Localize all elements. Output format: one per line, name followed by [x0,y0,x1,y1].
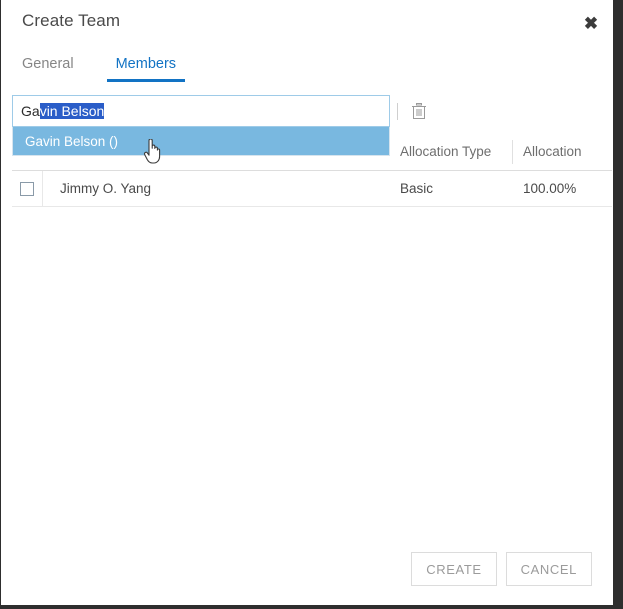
toolbar-divider [397,103,398,120]
member-search-input[interactable]: Ga vin Belson [12,95,390,127]
row-name-cell: Jimmy O. Yang [43,180,390,198]
row-allocation-type-cell: Basic [390,180,513,198]
create-team-dialog: Create Team ✖ General Members Ga vin Bels… [1,0,613,605]
dialog-titlebar: Create Team ✖ [1,0,613,46]
cancel-button[interactable]: CANCEL [505,552,592,586]
header-allocation-type-cell: Allocation Type [390,139,513,164]
row-allocation-cell: 100.00% [513,180,612,198]
header-allocation-label: Allocation [523,143,582,159]
dialog-footer: CREATE CANCEL [1,552,613,586]
member-search-container: Ga vin Belson Gavin Belson () [12,95,390,156]
dialog-tabs: General Members [1,56,186,88]
header-allocation-type-label: Allocation Type [400,144,492,159]
row-name-label: Jimmy O. Yang [60,180,152,196]
member-suggestion-item[interactable]: Gavin Belson () [13,127,389,155]
table-row[interactable]: Jimmy O. Yang Basic 100.00% [12,170,612,207]
row-checkbox[interactable] [20,181,34,196]
member-search-suggestion-list: Gavin Belson () [12,127,390,156]
create-button[interactable]: CREATE [411,552,497,586]
tab-general[interactable]: General [12,56,84,82]
row-allocation-type-label: Basic [400,180,434,196]
close-icon[interactable]: ✖ [577,9,605,37]
trash-icon [411,102,427,123]
row-allocation-label: 100.00% [523,180,577,196]
row-select-cell [12,170,43,207]
delete-member-button[interactable] [409,101,429,123]
member-search-typed-text: Ga [21,103,40,119]
member-search-completion-text: vin Belson [39,103,105,119]
dialog-title: Create Team [22,11,121,30]
header-allocation-cell: Allocation [513,143,612,161]
tab-members[interactable]: Members [106,56,186,82]
